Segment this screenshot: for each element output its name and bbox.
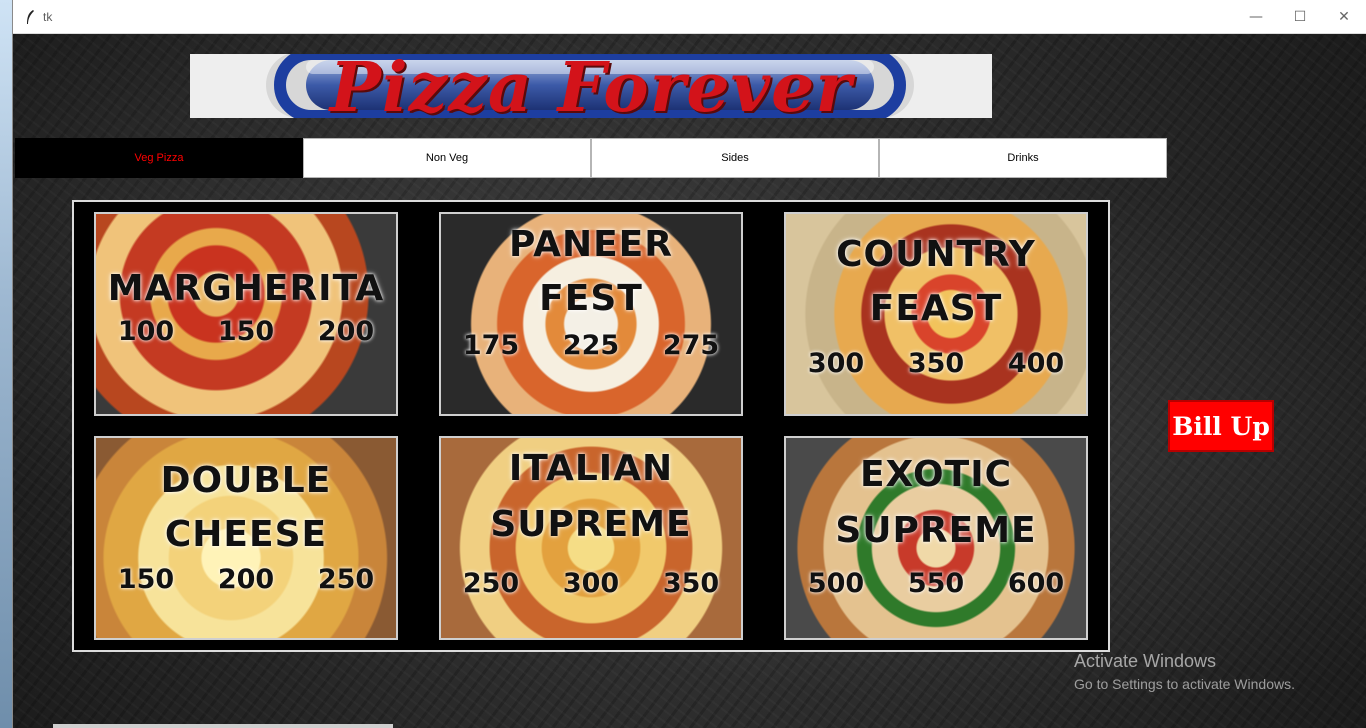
price-large: 275 xyxy=(662,330,720,361)
price-small: 100 xyxy=(117,316,175,347)
pizza-prices: 100 150 200 xyxy=(96,316,396,347)
tab-veg-pizza[interactable]: Veg Pizza xyxy=(15,138,303,178)
pizza-name-line-2: CHEESE xyxy=(164,514,328,555)
pizza-card-paneer-fest[interactable]: PANEER FEST 175 225 275 xyxy=(439,212,743,416)
minimize-button[interactable]: — xyxy=(1234,0,1278,34)
desktop-background xyxy=(0,0,12,728)
horizontal-scrollbar[interactable] xyxy=(53,724,393,728)
close-button[interactable]: ✕ xyxy=(1322,0,1366,34)
app-window: tk — ☐ ✕ Pizza Forever Veg Pizza Non Veg… xyxy=(12,0,1366,728)
pizza-name-line-1: ITALIAN xyxy=(508,448,674,489)
banner: Pizza Forever xyxy=(190,54,992,118)
price-large: 350 xyxy=(662,568,720,599)
maximize-button[interactable]: ☐ xyxy=(1278,0,1322,34)
price-small: 150 xyxy=(117,564,175,595)
pizza-prices: 300 350 400 xyxy=(786,348,1086,379)
pizza-card-italian-supreme[interactable]: ITALIAN SUPREME 250 300 350 xyxy=(439,436,743,640)
pizza-card-margherita[interactable]: MARGHERITA 100 150 200 xyxy=(94,212,398,416)
price-medium: 550 xyxy=(907,568,965,599)
category-tabs: Veg Pizza Non Veg Sides Drinks xyxy=(15,138,1167,178)
pizza-card-country-feast[interactable]: COUNTRY FEAST 300 350 400 xyxy=(784,212,1088,416)
pizza-card-double-cheese[interactable]: DOUBLE CHEESE 150 200 250 xyxy=(94,436,398,640)
pizza-name-line-1: DOUBLE xyxy=(160,460,332,501)
price-small: 175 xyxy=(462,330,520,361)
bill-up-button[interactable]: Bill Up xyxy=(1168,400,1274,452)
main-content: Pizza Forever Veg Pizza Non Veg Sides Dr… xyxy=(13,34,1366,728)
price-small: 500 xyxy=(807,568,865,599)
price-medium: 225 xyxy=(562,330,620,361)
pizza-name-line-2: FEST xyxy=(539,278,643,319)
price-medium: 200 xyxy=(217,564,275,595)
pizza-menu-grid: MARGHERITA 100 150 200 PANEER FEST 175 2… xyxy=(72,200,1110,652)
title-bar[interactable]: tk — ☐ ✕ xyxy=(13,0,1366,34)
tab-non-veg[interactable]: Non Veg xyxy=(303,138,591,178)
price-large: 200 xyxy=(317,316,375,347)
pizza-name-line-1: EXOTIC xyxy=(859,454,1013,495)
price-medium: 300 xyxy=(562,568,620,599)
tab-drinks[interactable]: Drinks xyxy=(879,138,1167,178)
pizza-card-exotic-supreme[interactable]: EXOTIC SUPREME 500 550 600 xyxy=(784,436,1088,640)
price-small: 300 xyxy=(807,348,865,379)
pizza-name-line-1: COUNTRY xyxy=(836,234,1036,275)
pizza-name-line-2: FEAST xyxy=(869,288,1003,329)
activate-windows-subtitle: Go to Settings to activate Windows. xyxy=(1074,676,1295,692)
pizza-name-line-2: SUPREME xyxy=(490,504,692,545)
banner-title: Pizza Forever xyxy=(329,54,853,118)
pizza-prices: 250 300 350 xyxy=(441,568,741,599)
price-medium: 350 xyxy=(907,348,965,379)
price-large: 600 xyxy=(1007,568,1065,599)
pizza-prices: 175 225 275 xyxy=(441,330,741,361)
pizza-prices: 500 550 600 xyxy=(786,568,1086,599)
pizza-name: MARGHERITA xyxy=(107,268,385,309)
price-small: 250 xyxy=(462,568,520,599)
pizza-prices: 150 200 250 xyxy=(96,564,396,595)
price-large: 250 xyxy=(317,564,375,595)
activate-windows-title: Activate Windows xyxy=(1074,651,1217,671)
window-title: tk xyxy=(43,10,53,24)
pizza-name-line-1: PANEER xyxy=(509,224,673,265)
tab-sides[interactable]: Sides xyxy=(591,138,879,178)
tk-feather-icon xyxy=(27,10,34,24)
price-large: 400 xyxy=(1007,348,1065,379)
price-medium: 150 xyxy=(217,316,275,347)
pizza-name-line-2: SUPREME xyxy=(835,510,1037,551)
